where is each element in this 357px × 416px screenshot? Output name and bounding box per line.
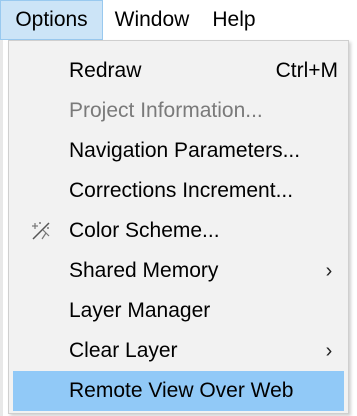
menu-item-clear-layer[interactable]: Clear Layer ›	[13, 331, 344, 371]
icon-slot	[13, 51, 69, 91]
menu-item-label: Color Scheme...	[69, 219, 220, 242]
menu-item-label: Navigation Parameters...	[69, 139, 301, 162]
icon-slot	[13, 91, 69, 131]
icon-slot	[13, 251, 69, 291]
icon-slot	[13, 131, 69, 171]
menu-item-remote-view-over-web[interactable]: Remote View Over Web	[13, 371, 344, 411]
icon-slot	[13, 371, 69, 411]
menu-window-label: Window	[114, 8, 190, 31]
menu-item-label: Remote View Over Web	[69, 379, 294, 402]
menu-item-corrections-increment[interactable]: Corrections Increment...	[13, 171, 344, 211]
menu-item-label: Corrections Increment...	[69, 179, 294, 202]
menu-item-project-information[interactable]: Project Information...	[13, 91, 344, 131]
menu-item-layer-manager[interactable]: Layer Manager	[13, 291, 344, 331]
menu-item-label: Project Information...	[69, 99, 263, 122]
menu-options[interactable]: Options	[0, 0, 103, 40]
menu-item-shared-memory[interactable]: Shared Memory ›	[13, 251, 344, 291]
color-scheme-icon	[32, 222, 50, 240]
menu-item-label: Layer Manager	[69, 299, 211, 322]
menu-bar: Options Window Help	[0, 0, 357, 40]
icon-slot	[13, 291, 69, 331]
menu-item-navigation-parameters[interactable]: Navigation Parameters...	[13, 131, 344, 171]
menu-options-label: Options	[15, 8, 88, 31]
icon-slot	[13, 211, 69, 251]
icon-slot	[13, 171, 69, 211]
menu-item-label: Clear Layer	[69, 339, 178, 362]
options-dropdown-menu: Redraw Ctrl+M Project Information... Nav…	[8, 40, 349, 414]
menu-help[interactable]: Help	[201, 0, 267, 40]
icon-slot	[13, 331, 69, 371]
menu-item-shortcut: Ctrl+M	[275, 59, 338, 82]
menu-help-label: Help	[212, 8, 256, 31]
menu-item-redraw[interactable]: Redraw Ctrl+M	[13, 51, 344, 91]
menu-item-label: Shared Memory	[69, 259, 219, 282]
menu-item-color-scheme[interactable]: Color Scheme...	[13, 211, 344, 251]
submenu-arrow-icon: ›	[325, 259, 333, 282]
menu-item-label: Redraw	[69, 59, 142, 82]
window-left-edge	[0, 40, 3, 416]
submenu-arrow-icon: ›	[325, 339, 333, 362]
menu-window[interactable]: Window	[103, 0, 201, 40]
